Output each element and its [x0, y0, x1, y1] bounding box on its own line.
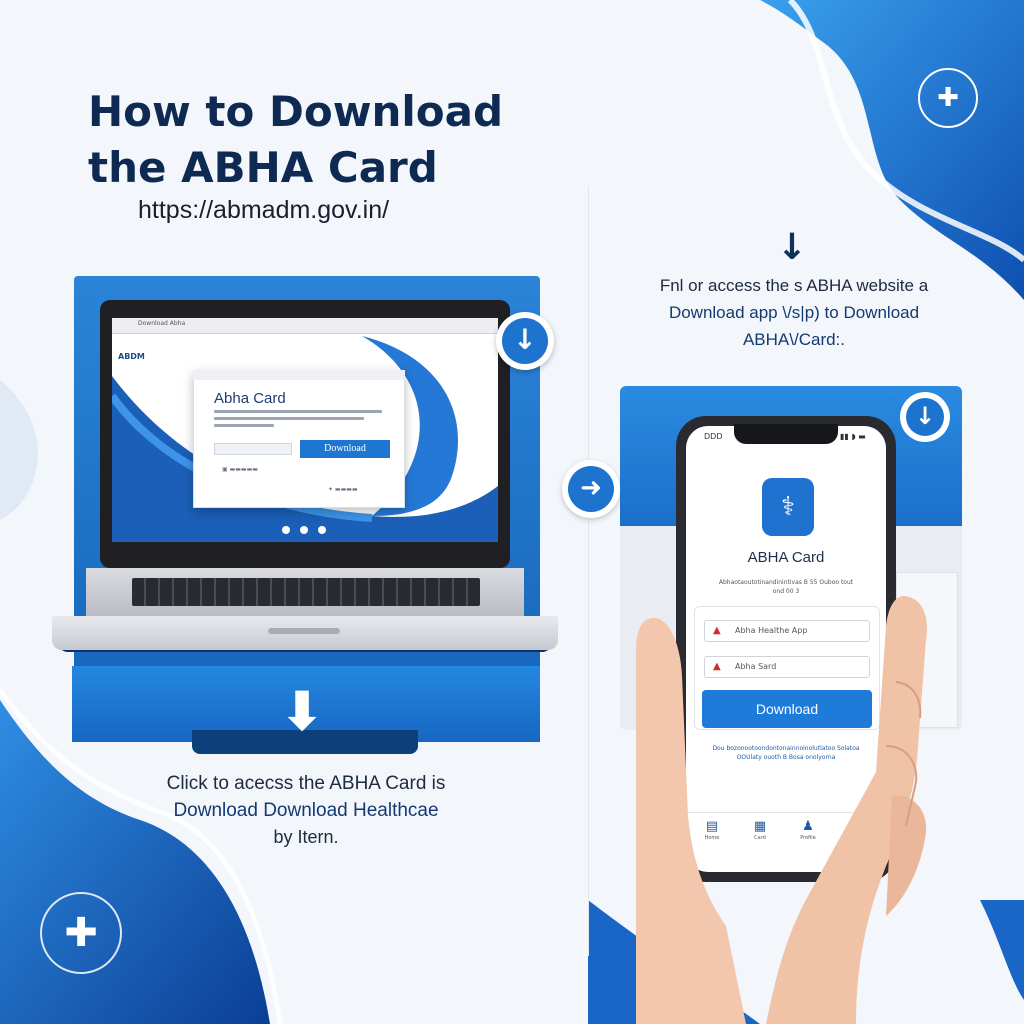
title-line-1: How to Download: [88, 87, 504, 136]
medical-cross-icon: ✚: [40, 892, 122, 974]
arrow-right-icon[interactable]: ➜: [568, 466, 614, 512]
laptop-keyboard: [132, 578, 480, 606]
right-caption-line-3: ABHA\/Card:.: [742, 330, 846, 349]
carousel-dots[interactable]: [282, 519, 336, 538]
abha-app-icon[interactable]: ⚕: [762, 478, 814, 536]
phone-notch: [734, 424, 838, 444]
app-subtitle: Abhaotaoutotinandinintivas B 55 Ouboo to…: [718, 579, 854, 595]
laptop-lip-notch: [268, 628, 340, 634]
site-logo[interactable]: ABDM: [118, 352, 145, 361]
right-caption-line-2: Download app \/s|p) to Download: [668, 303, 920, 322]
modal-footer-logo: ✦ ▬▬▬▬: [328, 486, 358, 493]
status-icons: ▮▮ ◗ ▬: [840, 432, 866, 441]
left-caption-line-3: by Itern.: [273, 827, 339, 847]
modal-footer-icon: ▣ ▬▬▬▬▬: [222, 466, 258, 473]
modal-text-lines: [214, 410, 386, 431]
health-logo-icon: ✚: [918, 68, 978, 128]
right-caption: Fnl or access the s ABHA website a Downl…: [632, 272, 956, 353]
modal-download-button[interactable]: Download: [300, 440, 390, 458]
status-time: DDD: [704, 432, 723, 441]
right-caption-line-1: Fnl or access the s ABHA website a: [659, 276, 929, 295]
arrow-down-icon: ⬇: [279, 680, 325, 743]
page-title: How to Download the ABHA Card: [88, 84, 568, 196]
website-url[interactable]: https://abmadm.gov.in/: [138, 196, 389, 225]
title-line-2: the ABHA Card: [88, 143, 438, 192]
download-icon[interactable]: ↓: [502, 318, 548, 364]
download-icon-phone[interactable]: ↓: [906, 398, 944, 436]
arrow-down-icon-right: ↓: [776, 227, 808, 268]
left-caption: Click to acecss the ABHA Card is Downloa…: [110, 770, 502, 851]
app-title: ABHA Card: [747, 549, 825, 566]
modal-title: Abha Card: [214, 390, 286, 407]
hand-illustration: [636, 596, 927, 1024]
browser-tab[interactable]: Download Abha: [138, 320, 185, 327]
section-divider: [588, 186, 589, 956]
left-caption-line-1: Click to acecss the ABHA Card is: [166, 773, 446, 794]
modal-header-bar: [193, 370, 405, 380]
modal-input[interactable]: [214, 443, 292, 455]
left-caption-line-2: Download Download Healthcae: [173, 800, 439, 821]
